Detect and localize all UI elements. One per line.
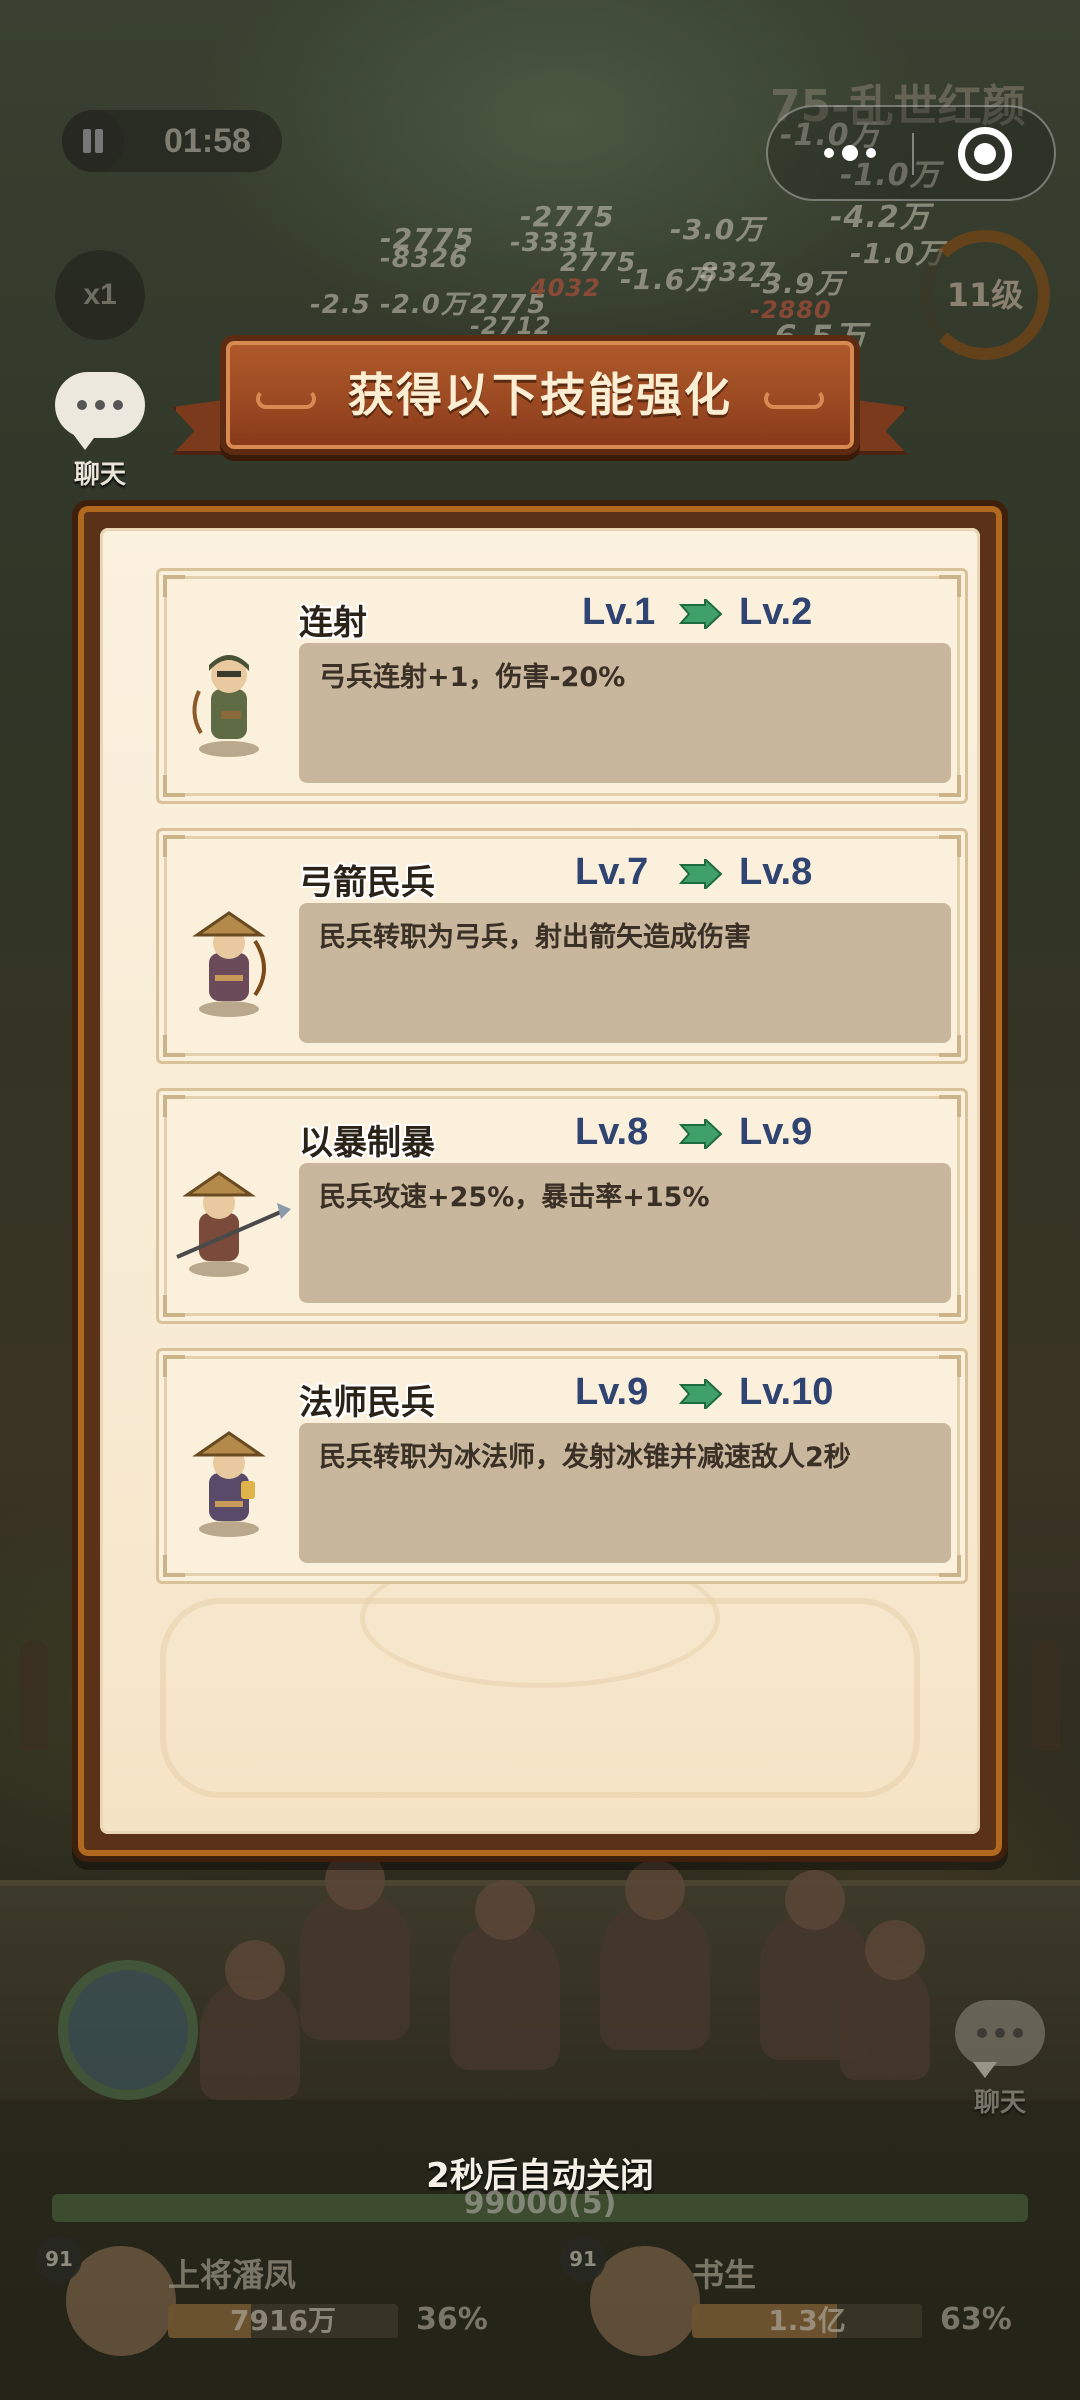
level-to: Lv.9 (739, 1111, 813, 1153)
battle-timer: 01:58 (62, 110, 282, 172)
level-from: Lv.8 (575, 1111, 649, 1153)
skill-description: 民兵攻速+25%，暴击率+15% (319, 1182, 710, 1213)
damage-number: -8326 (380, 244, 469, 274)
panel-title: 获得以下技能强化 (348, 368, 732, 422)
chat-label: 聊天 (73, 460, 126, 490)
close-miniprogram-icon[interactable] (958, 127, 1012, 181)
capsule-divider (912, 133, 914, 175)
skill-description-box: 民兵转职为冰法师，发射冰锥并减速敌人2秒 (299, 1423, 951, 1563)
fence-post (1032, 1640, 1060, 1750)
more-dot-icon (842, 145, 858, 161)
skill-name: 弓箭民兵 (299, 863, 435, 903)
spear-militia-avatar-icon (173, 1151, 293, 1281)
hero-hp-bar: 7916万 (168, 2304, 398, 2338)
skill-card-lianshe[interactable]: 连射 Lv.1 Lv.2 弓兵连射+1，伤害-20% (156, 568, 968, 804)
hero-portrait (66, 2246, 176, 2356)
skill-description: 弓兵连射+1，伤害-20% (319, 662, 626, 693)
hero-hp-bar: 1.3亿 (692, 2304, 922, 2338)
damage-number: -2.0万 (380, 290, 468, 320)
skill-card-yibao-zhibao[interactable]: 以暴制暴 Lv.8 Lv.9 民兵攻速+25%，暴击率+15% (156, 1088, 968, 1324)
skill-description-box: 民兵转职为弓兵，射出箭矢造成伤害 (299, 903, 951, 1043)
skill-card-fashi-minbing[interactable]: 法师民兵 Lv.9 Lv.10 民兵转职为冰法师，发射冰锥并减速敌人2秒 (156, 1348, 968, 1584)
level-to: Lv.2 (739, 591, 813, 633)
damage-number: -2.5 (310, 290, 371, 320)
player-level-badge: 11级 (920, 230, 1050, 360)
hero-power: 1.3亿 (768, 2304, 846, 2337)
level-arrow-icon (679, 599, 723, 629)
skill-description: 民兵转职为弓兵，射出箭矢造成伤害 (319, 922, 751, 953)
more-dot-icon (866, 148, 876, 158)
level-to: Lv.8 (739, 851, 813, 893)
skill-description: 民兵转职为冰法师，发射冰锥并减速敌人2秒 (319, 1442, 851, 1473)
banner-plate: 获得以下技能强化 (220, 335, 860, 455)
boss-hp-text: 99000(5) (463, 2186, 617, 2221)
battlefield-unit (840, 1920, 930, 2080)
damage-number: 4032 (530, 274, 601, 302)
skill-name: 以暴制暴 (299, 1123, 435, 1163)
title-banner: 获得以下技能强化 (172, 325, 908, 475)
pause-icon[interactable] (62, 110, 124, 172)
skill-description-box: 民兵攻速+25%，暴击率+15% (299, 1163, 951, 1303)
skill-cooldown-icon[interactable] (58, 1960, 198, 2100)
skill-upgrade-panel: 连射 Lv.1 Lv.2 弓兵连射+1，伤害-20% 弓箭民兵 Lv.7 Lv.… (72, 500, 1008, 1862)
miniprogram-capsule (766, 105, 1056, 201)
chat-button-dimmed: 聊天 (950, 2000, 1050, 2119)
more-menu-button[interactable] (788, 107, 912, 199)
level-to: Lv.10 (739, 1371, 834, 1413)
skill-card-gongjian-minbing[interactable]: 弓箭民兵 Lv.7 Lv.8 民兵转职为弓兵，射出箭矢造成伤害 (156, 828, 968, 1064)
level-from: Lv.7 (575, 851, 649, 893)
timer-text: 01:58 (164, 122, 251, 160)
chat-bubble-icon (955, 2000, 1045, 2078)
hero-portrait (590, 2246, 700, 2356)
hero-level-badge: 91 (36, 2236, 82, 2282)
chat-button[interactable]: 聊天 (50, 372, 150, 492)
skill-name: 连射 (299, 603, 367, 643)
level-arrow-icon (679, 1119, 723, 1149)
skill-description-box: 弓兵连射+1，伤害-20% (299, 643, 951, 783)
battlefield-unit (450, 1880, 560, 2070)
panel-parchment: 连射 Lv.1 Lv.2 弓兵连射+1，伤害-20% 弓箭民兵 Lv.7 Lv.… (100, 528, 980, 1834)
battlefield-unit (200, 1940, 300, 2100)
level-arrow-icon (679, 859, 723, 889)
hero-card[interactable]: 91 书生 1.3亿 63% (560, 2236, 1030, 2386)
hero-percentage: 63% (940, 2302, 1012, 2337)
level-from: Lv.1 (582, 591, 656, 633)
chat-bubble-icon (55, 372, 145, 450)
bow-militia-avatar-icon (181, 891, 281, 1021)
level-from: Lv.9 (575, 1371, 649, 1413)
hero-name: 书生 (692, 2256, 757, 2294)
hero-name: 上将潘凤 (168, 2256, 297, 2294)
battlefield-unit (600, 1860, 710, 2050)
damage-number: -3.0万 (670, 213, 765, 246)
chat-label: 聊天 (973, 2088, 1026, 2118)
skill-name: 法师民兵 (299, 1383, 435, 1423)
battlefield-unit (300, 1850, 410, 2040)
archer-avatar-icon (181, 631, 281, 761)
more-dot-icon (824, 148, 834, 158)
level-arrow-icon (679, 1379, 723, 1409)
speed-toggle-button[interactable]: x1 (55, 250, 145, 340)
hero-power: 7916万 (230, 2304, 336, 2337)
hero-level-badge: 91 (560, 2236, 606, 2282)
fence-post (20, 1640, 48, 1750)
hero-card[interactable]: 91 上将潘凤 7916万 36% (36, 2236, 506, 2386)
mage-militia-avatar-icon (181, 1411, 281, 1541)
hero-percentage: 36% (416, 2302, 488, 2337)
